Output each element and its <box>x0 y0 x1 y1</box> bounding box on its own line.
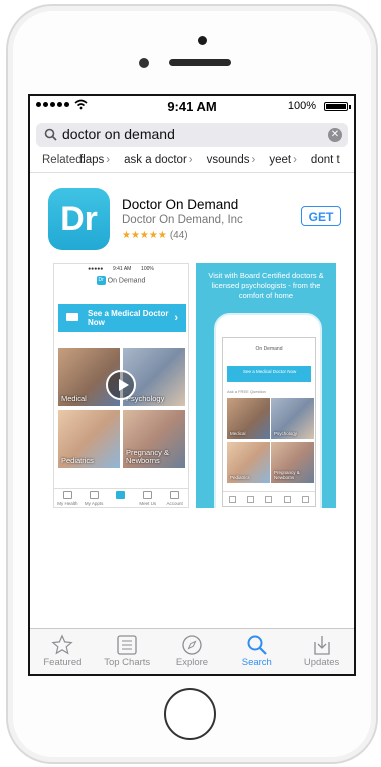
camera-dot <box>198 36 207 45</box>
get-button[interactable]: GET <box>301 206 341 226</box>
tab-search[interactable]: Search <box>224 629 289 674</box>
related-tag[interactable]: yeet › <box>269 154 297 166</box>
app-rating: ★★★★★ (44) <box>122 230 188 241</box>
front-camera <box>139 58 149 68</box>
search-icon <box>224 633 289 657</box>
mini-status-bar: ●●●●● 9:41 AM 100% <box>88 266 154 272</box>
app-store-screen: 9:41 AM 100% doctor on demand ✕ Related:… <box>28 94 356 676</box>
search-query: doctor on demand <box>62 126 175 142</box>
download-icon <box>289 633 354 657</box>
search-icon <box>44 128 57 141</box>
app-screenshot-2[interactable]: Visit with Board Certified doctors & lic… <box>196 263 336 508</box>
see-doctor-banner: See a Medical Doctor Now <box>227 366 311 382</box>
tab-updates[interactable]: Updates <box>289 629 354 674</box>
video-camera-icon <box>66 313 78 321</box>
tile-pediatrics: Pediatrics <box>58 410 120 468</box>
star-icon <box>30 633 95 657</box>
list-icon <box>95 633 160 657</box>
compass-icon <box>160 633 225 657</box>
see-doctor-banner: See a Medical Doctor Now › <box>58 304 186 332</box>
chevron-right-icon: › <box>188 154 193 166</box>
battery-tip <box>349 105 351 109</box>
search-input[interactable]: doctor on demand ✕ <box>36 123 348 147</box>
star-rating-icon: ★★★★★ <box>122 230 167 241</box>
clear-icon[interactable]: ✕ <box>328 128 342 142</box>
screenshot-title: Dr On Demand <box>96 276 146 285</box>
tab-bar: Featured Top Charts Explore Search Updat… <box>30 628 354 674</box>
related-tag[interactable]: dont t <box>311 154 340 166</box>
related-tag[interactable]: flaps › <box>80 154 110 166</box>
tab-top-charts[interactable]: Top Charts <box>95 629 160 674</box>
tab-explore[interactable]: Explore <box>160 629 225 674</box>
app-developer: Doctor On Demand, Inc <box>122 214 243 226</box>
play-video-icon[interactable] <box>106 370 136 400</box>
related-label: Related: <box>42 154 85 166</box>
related-searches: Related: flaps › ask a doctor › vsounds › y… <box>30 150 354 173</box>
related-tag[interactable]: vsounds › <box>207 154 256 166</box>
app-icon[interactable]: Dr <box>48 188 110 250</box>
chevron-right-icon: › <box>106 154 111 166</box>
mini-tab-bar: My Health My Appts Meet Us Account <box>54 488 188 507</box>
battery-icon <box>324 102 348 111</box>
home-button[interactable] <box>164 688 216 740</box>
chevron-right-icon: › <box>251 154 256 166</box>
earpiece-speaker <box>169 59 231 66</box>
screenshot-caption: Visit with Board Certified doctors & lic… <box>208 271 324 300</box>
category-grid: Medical Psychology Pediatrics Pregnancy … <box>58 348 186 472</box>
free-question-link: Ask a FREE Question <box>227 389 266 394</box>
tile-pregnancy: Pregnancy & Newborns <box>123 410 185 468</box>
chevron-right-icon: › <box>293 154 297 166</box>
status-bar: 9:41 AM 100% <box>30 96 354 116</box>
app-screenshot-1[interactable]: ●●●●● 9:41 AM 100% Dr On Demand See a Med… <box>53 263 189 508</box>
rating-count: (44) <box>169 230 188 241</box>
chevron-right-icon: › <box>174 312 178 324</box>
phone-mockup: On Demand See a Medical Doctor Now Ask a… <box>214 313 322 508</box>
app-name[interactable]: Doctor On Demand <box>122 197 238 212</box>
battery-percent: 100% <box>287 100 316 112</box>
related-tag[interactable]: ask a doctor › <box>124 154 193 166</box>
tab-featured[interactable]: Featured <box>30 629 95 674</box>
